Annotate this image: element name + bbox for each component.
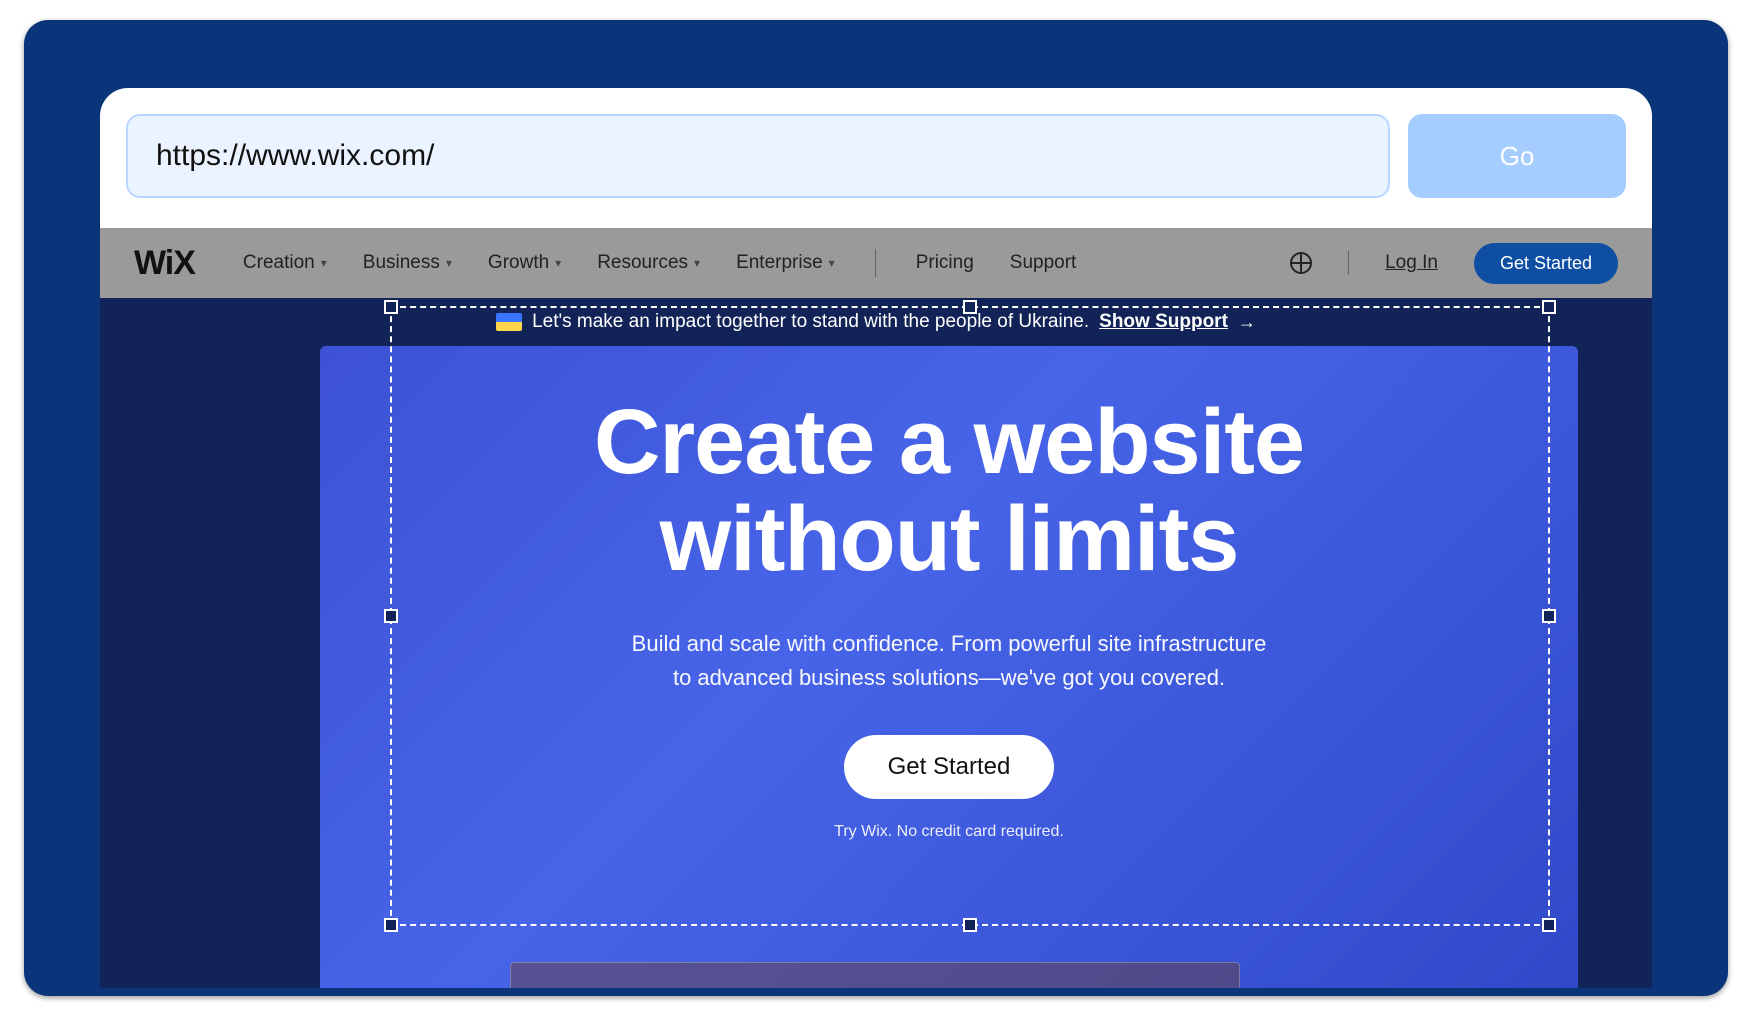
nav-label: Resources: [597, 252, 688, 274]
site-viewport: WiX Creation ▾ Business ▾ Growth ▾ Resou…: [100, 228, 1652, 988]
nav-item-business[interactable]: Business ▾: [363, 252, 452, 274]
nav-item-pricing[interactable]: Pricing: [916, 252, 974, 274]
nav-label: Pricing: [916, 252, 974, 274]
nav-get-started-button[interactable]: Get Started: [1474, 243, 1618, 284]
nav-item-growth[interactable]: Growth ▾: [488, 252, 561, 274]
hero-card: Create a website without limits Build an…: [320, 346, 1578, 988]
nav-divider: [1348, 251, 1349, 275]
banner-text: Let's make an impact together to stand w…: [532, 311, 1089, 333]
hero-sub-line2: to advanced business solutions—we've got…: [673, 665, 1225, 690]
chevron-down-icon: ▾: [694, 256, 700, 270]
wix-logo[interactable]: WiX: [134, 244, 195, 283]
chevron-down-icon: ▾: [555, 256, 561, 270]
announcement-banner: Let's make an impact together to stand w…: [100, 298, 1652, 346]
nav-label: Creation: [243, 252, 315, 274]
hero-title: Create a website without limits: [320, 394, 1578, 587]
nav-label: Enterprise: [736, 252, 823, 274]
login-link[interactable]: Log In: [1385, 252, 1438, 274]
nav-label: Growth: [488, 252, 549, 274]
nav-item-support[interactable]: Support: [1010, 252, 1077, 274]
chevron-down-icon: ▾: [446, 256, 452, 270]
hero-sub-line1: Build and scale with confidence. From po…: [632, 631, 1267, 656]
hero-subtitle: Build and scale with confidence. From po…: [320, 627, 1578, 695]
hero-title-line2: without limits: [660, 488, 1239, 590]
nav-divider: [875, 249, 876, 277]
nav-label: Support: [1010, 252, 1077, 274]
nav-item-resources[interactable]: Resources ▾: [597, 252, 700, 274]
nav-label: Business: [363, 252, 440, 274]
hero-section: Create a website without limits Build an…: [100, 346, 1652, 988]
chevron-down-icon: ▾: [829, 256, 835, 270]
hero-fineprint: Try Wix. No credit card required.: [320, 823, 1578, 841]
browser-panel: Go WiX Creation ▾ Business ▾ Growth ▾: [100, 88, 1652, 988]
nav-item-creation[interactable]: Creation ▾: [243, 252, 327, 274]
tool-frame: Go WiX Creation ▾ Business ▾ Growth ▾: [24, 20, 1728, 996]
go-button[interactable]: Go: [1408, 114, 1626, 198]
banner-link[interactable]: Show Support: [1099, 311, 1228, 333]
partial-panel: [510, 962, 1240, 988]
nav-item-enterprise[interactable]: Enterprise ▾: [736, 252, 835, 274]
ukraine-flag-icon: [496, 313, 522, 331]
arrow-right-icon: →: [1238, 312, 1256, 333]
site-nav: WiX Creation ▾ Business ▾ Growth ▾ Resou…: [100, 228, 1652, 298]
hero-title-line1: Create a website: [594, 391, 1304, 493]
chevron-down-icon: ▾: [321, 256, 327, 270]
globe-icon[interactable]: [1290, 252, 1312, 274]
hero-get-started-button[interactable]: Get Started: [844, 735, 1055, 799]
url-bar-row: Go: [100, 88, 1652, 198]
url-input[interactable]: [126, 114, 1390, 198]
